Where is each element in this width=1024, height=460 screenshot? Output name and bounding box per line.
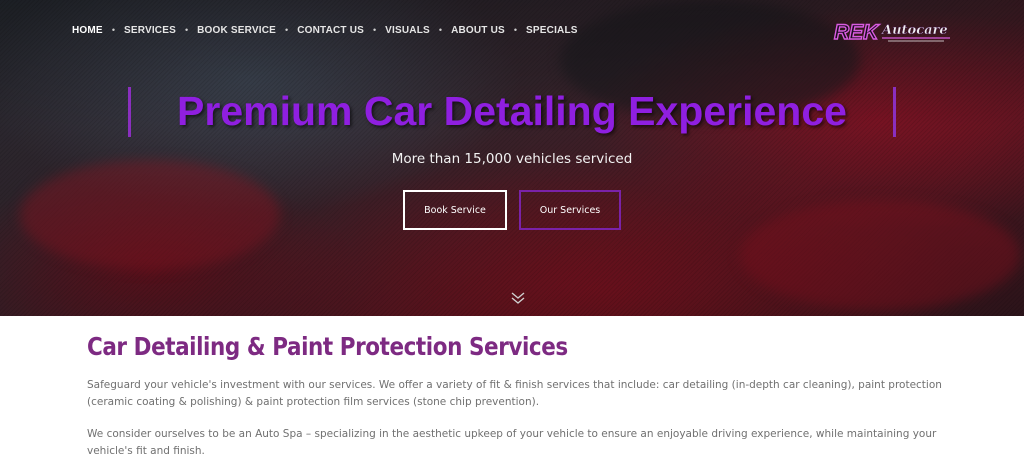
hero-section: HOME • SERVICES • BOOK SERVICE • CONTACT… (0, 0, 1024, 316)
logo-brand-script: Autocare (880, 23, 948, 38)
nav-item-contact-us[interactable]: CONTACT US (297, 25, 364, 36)
nav-item-book-service[interactable]: BOOK SERVICE (197, 25, 276, 36)
nav-item-home[interactable]: HOME (72, 25, 103, 36)
nav-item-about-us[interactable]: ABOUT US (451, 25, 505, 36)
nav-item-services[interactable]: SERVICES (124, 25, 176, 36)
brand-logo[interactable]: REK Autocare (832, 17, 954, 45)
nav-item-visuals[interactable]: VISUALS (385, 25, 430, 36)
our-services-button[interactable]: Our Services (519, 190, 621, 230)
main-nav: HOME • SERVICES • BOOK SERVICE • CONTACT… (72, 23, 578, 37)
hero-background-shape (740, 200, 1020, 310)
nav-separator: • (184, 25, 189, 35)
nav-separator: • (285, 25, 289, 35)
hero-title: Premium Car Detailing Experience (177, 88, 847, 134)
title-bar-right (893, 87, 896, 137)
nav-separator: • (373, 25, 377, 35)
hero-title-block: Premium Car Detailing Experience (128, 85, 896, 139)
section-title: Car Detailing & Paint Protection Service… (87, 332, 568, 361)
nav-item-specials[interactable]: SPECIALS (526, 25, 578, 36)
nav-separator: • (438, 25, 443, 35)
logo-brand-main: REK (834, 21, 880, 44)
services-intro-section: Car Detailing & Paint Protection Service… (0, 316, 1024, 457)
auto-spa-paragraph: We consider ourselves to be an Auto Spa … (87, 428, 937, 457)
nav-separator: • (513, 25, 518, 35)
double-chevron-down-icon[interactable] (509, 291, 527, 305)
intro-paragraph: Safeguard your vehicle's investment with… (87, 379, 942, 408)
book-service-button[interactable]: Book Service (403, 190, 507, 230)
hero-subtitle: More than 15,000 vehicles serviced (391, 151, 633, 167)
hero-background-shape (20, 160, 280, 270)
nav-separator: • (111, 25, 115, 35)
